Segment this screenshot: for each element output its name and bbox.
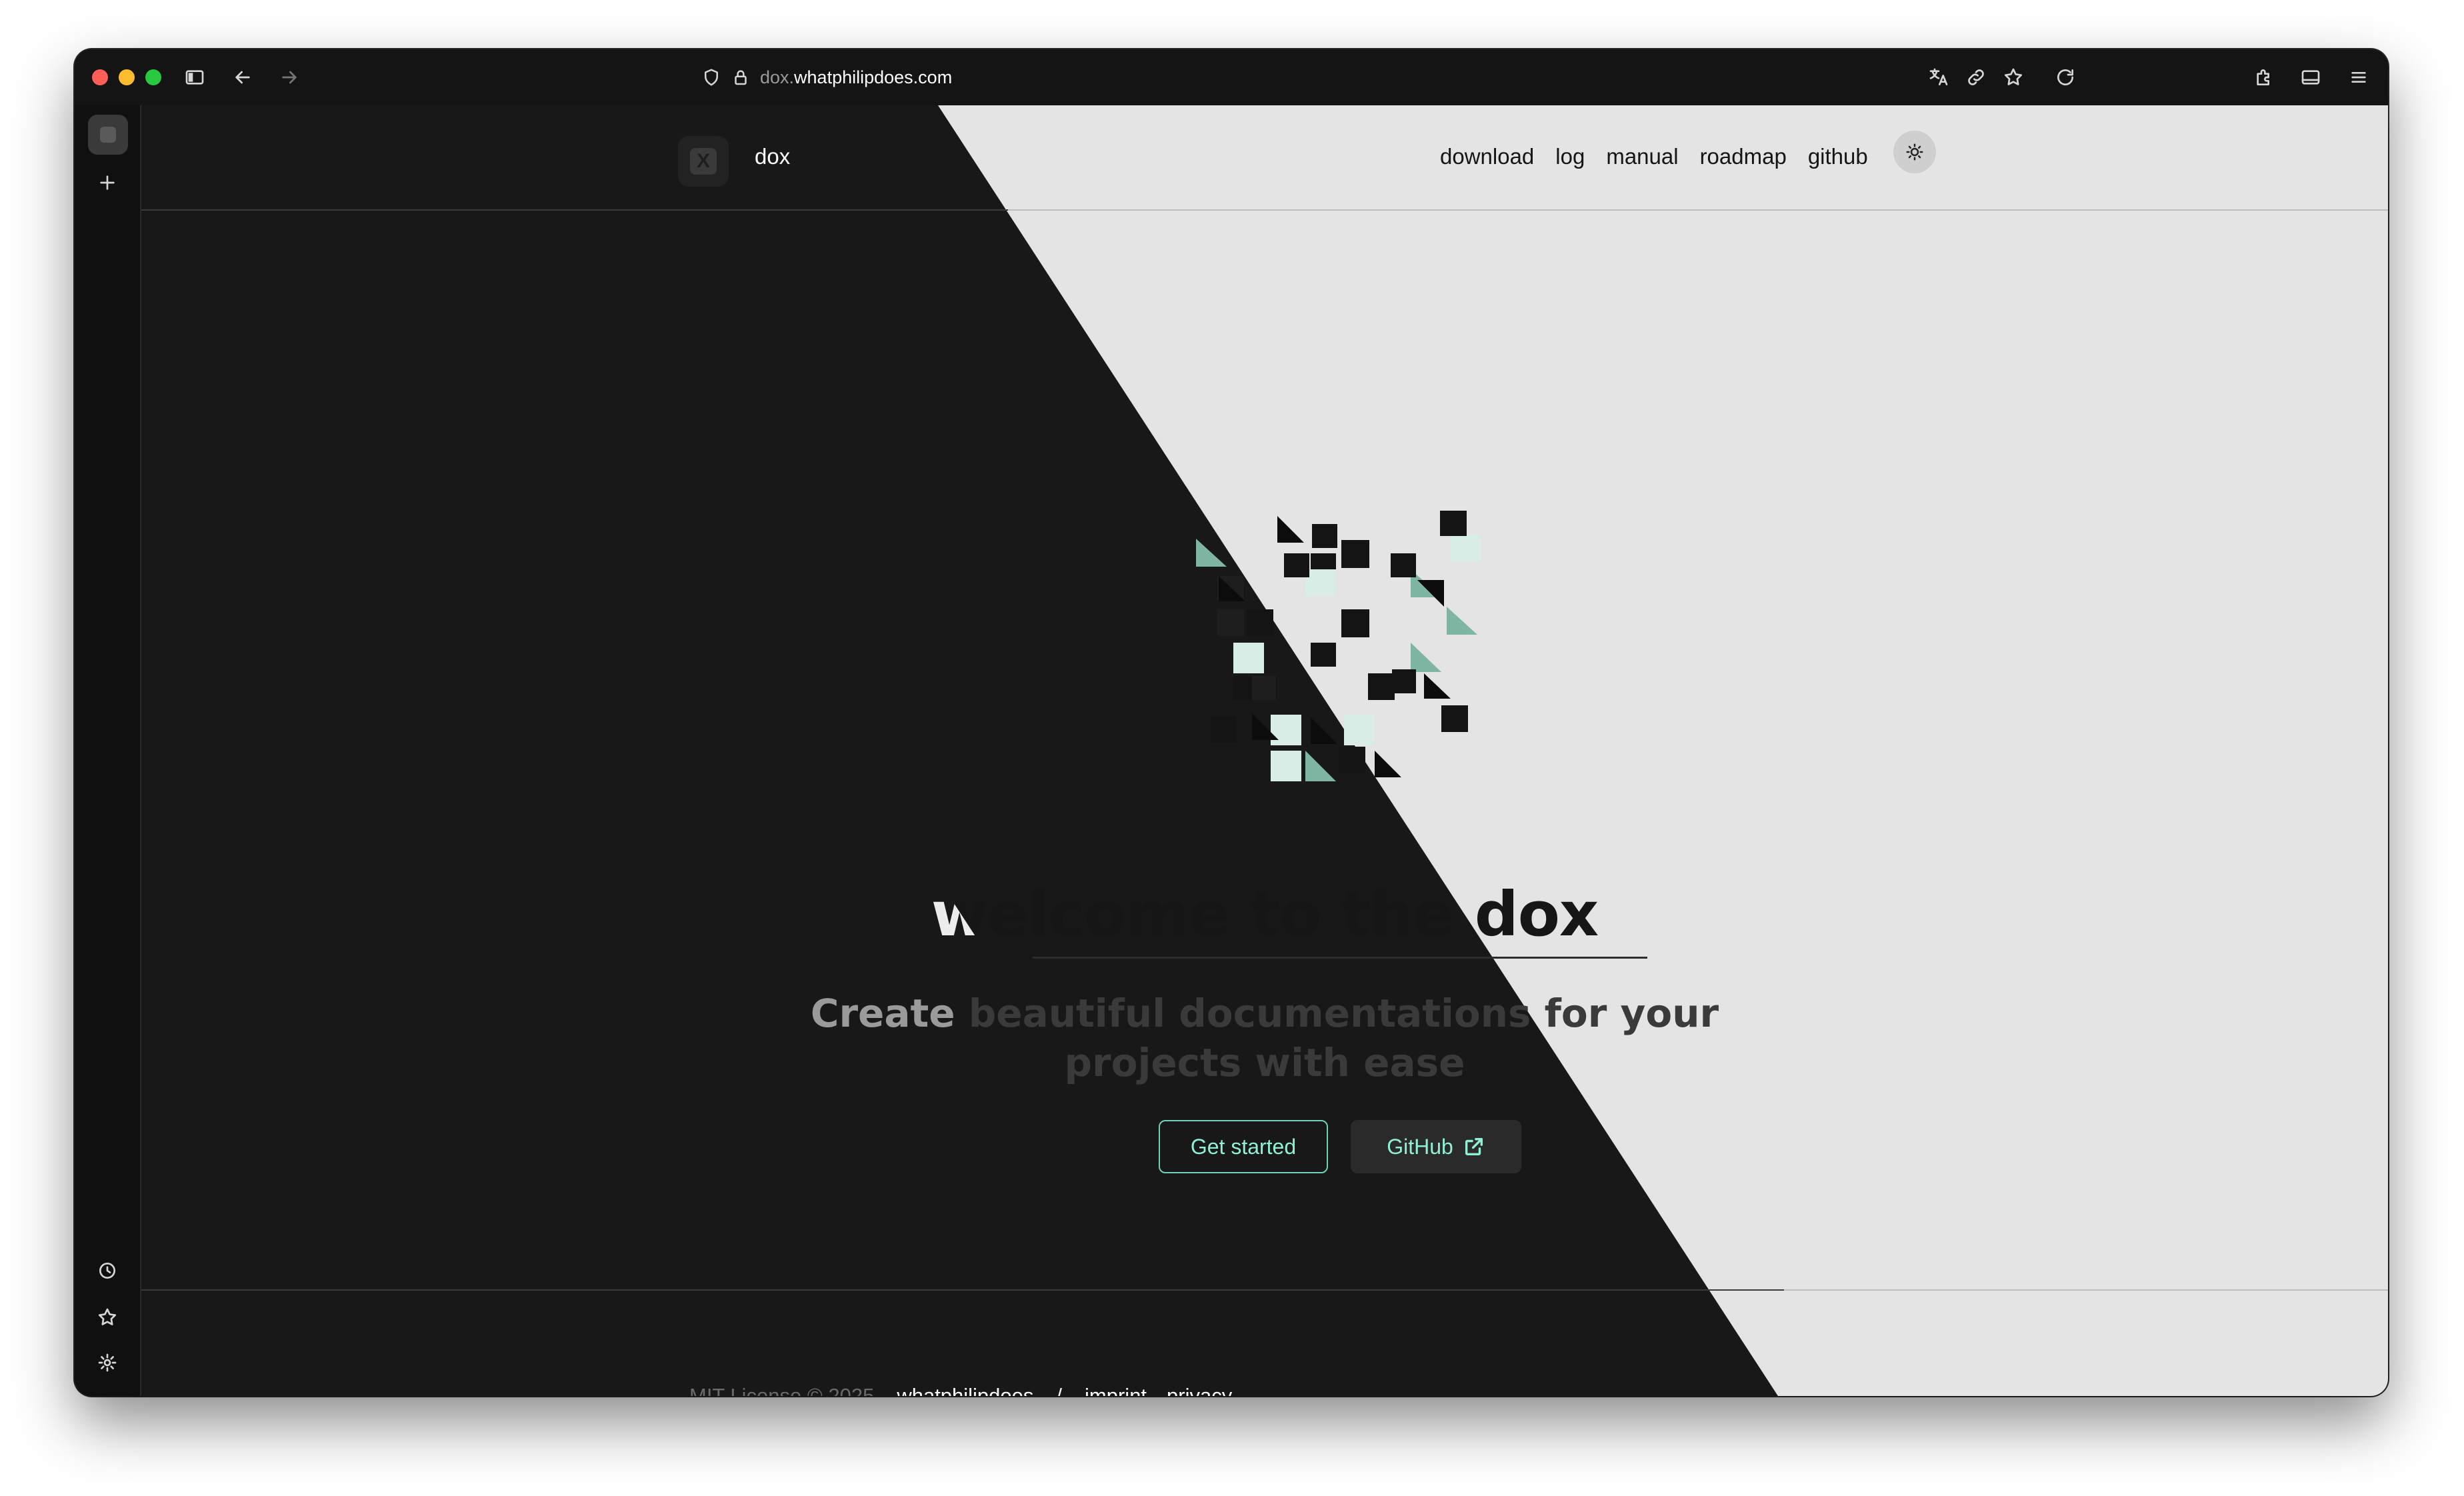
close-window-button[interactable] bbox=[92, 69, 108, 85]
license-text: MIT License © 2025 bbox=[689, 1384, 875, 1396]
hero-pixel-art bbox=[1196, 511, 1481, 781]
browser-toolbar: dox.whatphilipdoes.com bbox=[75, 49, 2388, 105]
browser-side-rail bbox=[75, 105, 141, 1396]
site-footer: MIT License © 2025 whatphilipdoes / impr… bbox=[689, 1384, 1232, 1396]
puzzle-icon[interactable] bbox=[2249, 63, 2279, 92]
menu-icon[interactable] bbox=[2344, 63, 2373, 92]
gear-icon[interactable] bbox=[93, 1348, 122, 1377]
shield-icon bbox=[705, 69, 718, 86]
lock-icon bbox=[735, 70, 747, 85]
translate-icon[interactable] bbox=[1924, 63, 1953, 92]
link-icon[interactable] bbox=[1961, 63, 1991, 92]
browser-window: dox.whatphilipdoes.com X dox download lo… bbox=[75, 49, 2388, 1396]
clock-icon[interactable] bbox=[93, 1256, 122, 1285]
star-icon[interactable] bbox=[1999, 63, 2028, 92]
url-subdomain: dox. bbox=[760, 67, 795, 87]
footer-author-link[interactable]: whatphilipdoes bbox=[897, 1384, 1033, 1396]
tabs-icon[interactable] bbox=[2296, 63, 2325, 92]
address-bar[interactable]: dox.whatphilipdoes.com bbox=[701, 63, 952, 92]
zoom-window-button[interactable] bbox=[145, 69, 161, 85]
bookmark-star-icon[interactable] bbox=[93, 1303, 122, 1332]
arrow-left-icon[interactable] bbox=[228, 63, 257, 92]
hero-title-underline bbox=[1033, 957, 1647, 959]
footer-imprint-link[interactable]: imprint bbox=[1085, 1384, 1147, 1396]
reload-icon[interactable] bbox=[2051, 63, 2080, 92]
sidebar-icon[interactable] bbox=[180, 63, 209, 92]
arrow-right-icon[interactable] bbox=[275, 63, 304, 92]
get-started-button[interactable]: Get started bbox=[1159, 1120, 1328, 1173]
workspace-button[interactable] bbox=[88, 115, 128, 155]
github-button-label: GitHub bbox=[1387, 1134, 1453, 1159]
plus-icon[interactable] bbox=[93, 168, 122, 197]
external-link-icon bbox=[1465, 1137, 1483, 1156]
minimize-window-button[interactable] bbox=[119, 69, 135, 85]
page-content: X dox download log manual roadmap github bbox=[141, 105, 2388, 1396]
url-domain: whatphilipdoes.com bbox=[794, 67, 953, 87]
footer-separator: / bbox=[1056, 1384, 1063, 1396]
footer-privacy-link[interactable]: privacy bbox=[1167, 1384, 1232, 1396]
github-button[interactable]: GitHub bbox=[1351, 1120, 1521, 1173]
workspace-icon bbox=[100, 127, 116, 143]
